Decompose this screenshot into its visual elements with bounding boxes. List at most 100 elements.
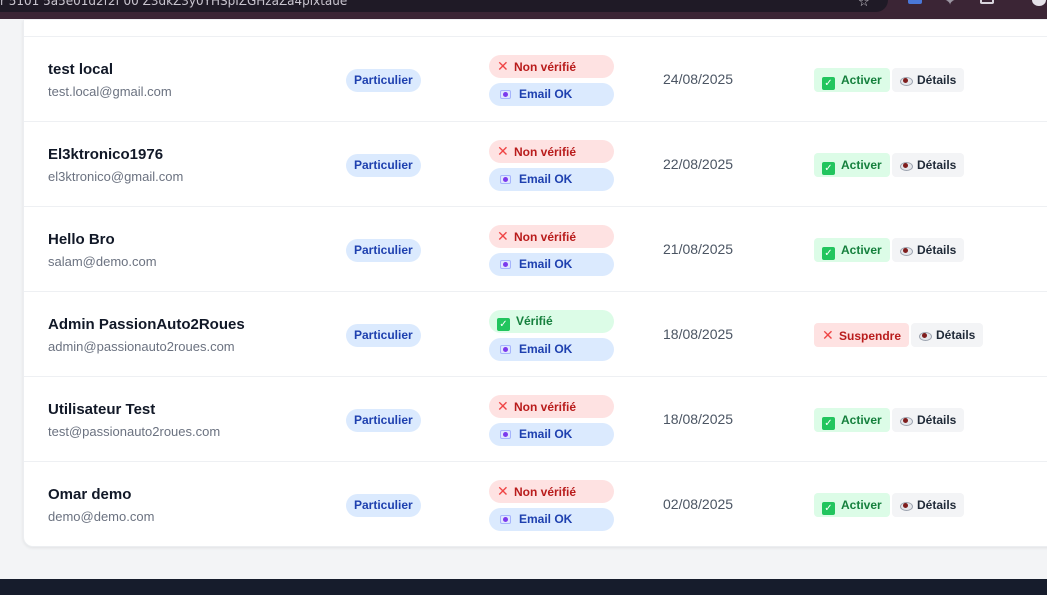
- details-button[interactable]: Détails: [892, 68, 965, 92]
- activate-label: Activer: [841, 73, 882, 87]
- cross-icon: ✕: [497, 398, 509, 414]
- browser-toolbar: r 5101 5a5e01d2f2f 00 Z3dkZ3y0YHSpIZGHza…: [0, 0, 1047, 19]
- user-email: demo@demo.com: [48, 509, 155, 524]
- activate-button[interactable]: ✓ Activer: [814, 408, 890, 432]
- eye-icon: [900, 416, 913, 426]
- extensions-puzzle-icon[interactable]: ✦: [945, 0, 955, 8]
- suspend-label: Suspendre: [839, 329, 902, 343]
- user-name: El3ktronico1976: [48, 146, 164, 163]
- user-name: Admin PassionAuto2Roues: [48, 316, 245, 333]
- details-label: Détails: [917, 158, 957, 172]
- envelope-icon: [500, 175, 511, 184]
- table-row: Omar demo demo@demo.com Particulier ✕ Non…: [24, 461, 1047, 546]
- email-status-label: Email OK: [519, 87, 573, 101]
- account-type-badge: Particulier: [346, 69, 421, 92]
- verification-status-badge: ✕ Non vérifié: [489, 225, 614, 248]
- details-label: Détails: [917, 413, 957, 427]
- registration-date: 02/08/2025: [663, 496, 734, 512]
- page-footer: [0, 579, 1047, 595]
- user-email: el3ktronico@gmail.com: [48, 169, 184, 184]
- registration-date: 22/08/2025: [663, 156, 734, 172]
- table-row: Hello Bro salam@demo.com Particulier ✕ No…: [24, 206, 1047, 291]
- eye-icon: [900, 161, 913, 171]
- details-label: Détails: [936, 328, 976, 342]
- check-icon: ✓: [822, 417, 835, 430]
- verification-status-badge: ✕ Non vérifié: [489, 480, 614, 503]
- user-email: admin@passionauto2roues.com: [48, 339, 235, 354]
- user-name: Utilisateur Test: [48, 401, 156, 418]
- verification-label: Non vérifié: [514, 485, 577, 499]
- email-status-label: Email OK: [519, 257, 573, 271]
- verification-label: Non vérifié: [514, 145, 577, 159]
- account-type-badge: Particulier: [346, 324, 421, 347]
- address-bar[interactable]: r 5101 5a5e01d2f2f 00 Z3dkZ3y0YHSpIZGHza…: [0, 0, 888, 12]
- email-status-badge: Email OK: [489, 423, 614, 446]
- cross-icon: ✕: [497, 58, 509, 74]
- eye-icon: [900, 501, 913, 511]
- bookmark-star-icon[interactable]: ☆: [858, 0, 870, 10]
- cross-icon: ✕: [497, 228, 509, 244]
- details-label: Détails: [917, 73, 957, 87]
- activate-button[interactable]: ✓ Activer: [814, 68, 890, 92]
- check-icon: ✓: [497, 318, 510, 331]
- verification-label: Vérifié: [516, 314, 553, 328]
- activate-label: Activer: [841, 158, 882, 172]
- verification-label: Non vérifié: [514, 400, 577, 414]
- email-status-badge: Email OK: [489, 83, 614, 106]
- account-type-badge: Particulier: [346, 494, 421, 517]
- user-name: Omar demo: [48, 486, 132, 503]
- email-status-label: Email OK: [519, 427, 573, 441]
- activate-button[interactable]: ✓ Activer: [814, 238, 890, 262]
- envelope-icon: [500, 515, 511, 524]
- account-type-badge: Particulier: [346, 154, 421, 177]
- details-button[interactable]: Détails: [892, 408, 965, 432]
- email-status-badge: Email OK: [489, 253, 614, 276]
- verification-label: Non vérifié: [514, 60, 577, 74]
- activate-label: Activer: [841, 498, 882, 512]
- details-button[interactable]: Détails: [892, 153, 965, 177]
- account-type-badge: Particulier: [346, 409, 421, 432]
- details-label: Détails: [917, 498, 957, 512]
- envelope-icon: [500, 345, 511, 354]
- email-status-badge: Email OK: [489, 508, 614, 531]
- user-email: test.local@gmail.com: [48, 84, 172, 99]
- email-status-badge: Email OK: [489, 338, 614, 361]
- cross-icon: ✕: [497, 143, 509, 159]
- registration-date: 21/08/2025: [663, 241, 734, 257]
- email-status-label: Email OK: [519, 512, 573, 526]
- verification-status-badge: ✕ Non vérifié: [489, 140, 614, 163]
- check-icon: ✓: [822, 502, 835, 515]
- table-row: El3ktronico1976 el3ktronico@gmail.com Pa…: [24, 121, 1047, 206]
- email-status-label: Email OK: [519, 172, 573, 186]
- details-button[interactable]: Détails: [892, 493, 965, 517]
- verification-status-badge: ✕ Non vérifié: [489, 55, 614, 78]
- eye-icon: [900, 246, 913, 256]
- envelope-icon: [500, 430, 511, 439]
- cross-icon: ✕: [497, 483, 509, 499]
- extension-icon[interactable]: [908, 0, 922, 4]
- activate-button[interactable]: ✓ Activer: [814, 153, 890, 177]
- user-email: salam@demo.com: [48, 254, 157, 269]
- details-button[interactable]: Détails: [892, 238, 965, 262]
- table-row: test local test.local@gmail.com Particul…: [24, 36, 1047, 121]
- check-icon: ✓: [822, 247, 835, 260]
- user-email: test@passionauto2roues.com: [48, 424, 221, 439]
- table-row: Utilisateur Test test@passionauto2roues.…: [24, 376, 1047, 461]
- registration-date: 18/08/2025: [663, 411, 734, 427]
- email-status-label: Email OK: [519, 342, 573, 356]
- details-button[interactable]: Détails: [911, 323, 984, 347]
- suspend-button[interactable]: ✕ Suspendre: [814, 323, 910, 347]
- envelope-icon: [500, 260, 511, 269]
- envelope-icon: [500, 90, 511, 99]
- profile-avatar-icon[interactable]: [1032, 0, 1046, 6]
- account-type-badge: Particulier: [346, 239, 421, 262]
- registration-date: 18/08/2025: [663, 326, 734, 342]
- verification-status-badge: ✓ Vérifié: [489, 310, 614, 333]
- users-table-card: test local test.local@gmail.com Particul…: [23, 20, 1047, 547]
- verification-label: Non vérifié: [514, 230, 577, 244]
- eye-icon: [900, 76, 913, 86]
- address-bar-url: r 5101 5a5e01d2f2f 00 Z3dkZ3y0YHSpIZGHza…: [0, 0, 348, 8]
- activate-button[interactable]: ✓ Activer: [814, 493, 890, 517]
- user-name: Hello Bro: [48, 231, 115, 248]
- downloads-icon[interactable]: [980, 0, 994, 4]
